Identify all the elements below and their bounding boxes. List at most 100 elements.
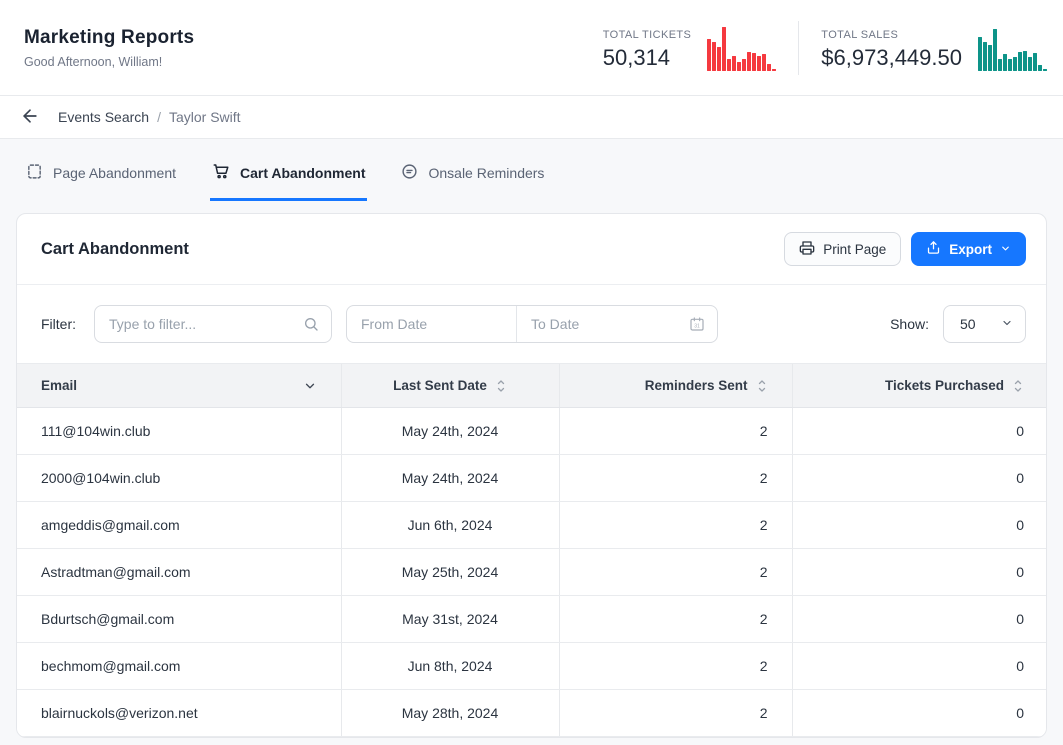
breadcrumb: Events Search / Taylor Swift — [0, 95, 1063, 139]
stat-value: $6,973,449.50 — [821, 45, 962, 71]
tab-onsale-reminders[interactable]: Onsale Reminders — [399, 141, 546, 201]
page-size-select[interactable]: 50 — [943, 305, 1026, 343]
filter-text-input[interactable] — [95, 306, 331, 342]
stat-block: TOTAL TICKETS 50,314 — [603, 25, 777, 71]
column-header-last-sent-date[interactable]: Last Sent Date — [341, 364, 559, 408]
header-stats: TOTAL TICKETS 50,314 TOTAL SALES $6,973,… — [603, 21, 1047, 75]
column-header-tickets-purchased[interactable]: Tickets Purchased — [792, 364, 1047, 408]
table-row: amgeddis@gmail.comJun 6th, 202420 — [17, 502, 1047, 549]
email-cell: 2000@104win.club — [17, 455, 341, 502]
tab-page-abandonment[interactable]: Page Abandonment — [24, 141, 178, 201]
last-sent-date-cell: May 24th, 2024 — [341, 455, 559, 502]
page-size-value: 50 — [960, 316, 976, 332]
date-range-picker: 31 — [346, 305, 718, 343]
back-button[interactable] — [16, 102, 44, 133]
filter-label: Filter: — [41, 316, 76, 332]
last-sent-date-cell: May 25th, 2024 — [341, 549, 559, 596]
reminders-sent-cell: 2 — [559, 643, 792, 690]
tickets-purchased-cell: 0 — [792, 690, 1047, 737]
stat-value: 50,314 — [603, 45, 692, 71]
stat-divider — [798, 21, 799, 75]
sort-toggle-icon — [495, 378, 507, 394]
page-dashed-icon — [26, 163, 43, 183]
reminders-sent-cell: 2 — [559, 408, 792, 455]
chevron-down-icon — [1000, 242, 1011, 257]
tickets-purchased-cell: 0 — [792, 643, 1047, 690]
stat-block: TOTAL SALES $6,973,449.50 — [821, 25, 1047, 71]
chevron-down-icon — [1001, 316, 1013, 332]
cart-icon — [212, 162, 230, 183]
last-sent-date-cell: Jun 8th, 2024 — [341, 643, 559, 690]
table-row: 111@104win.clubMay 24th, 202420 — [17, 408, 1047, 455]
last-sent-date-cell: May 24th, 2024 — [341, 408, 559, 455]
card-title: Cart Abandonment — [41, 240, 189, 259]
table-body: 111@104win.clubMay 24th, 2024202000@104w… — [17, 408, 1047, 737]
from-date-input[interactable] — [347, 306, 516, 342]
reminders-sent-cell: 2 — [559, 549, 792, 596]
table-header-row: Email Last Sent Date Reminders Sent Tickets… — [17, 364, 1047, 408]
tickets-purchased-cell: 0 — [792, 549, 1047, 596]
column-header-email[interactable]: Email — [17, 364, 341, 408]
cart-abandonment-card: Cart Abandonment Print Page Export Filte… — [16, 213, 1047, 738]
column-label: Reminders Sent — [645, 378, 748, 393]
search-icon — [303, 316, 319, 332]
cart-abandonment-table: Email Last Sent Date Reminders Sent Tickets… — [17, 363, 1047, 737]
last-sent-date-cell: May 28th, 2024 — [341, 690, 559, 737]
breadcrumb-item-events-search[interactable]: Events Search — [58, 109, 149, 125]
column-label: Last Sent Date — [393, 378, 487, 393]
stat-label: TOTAL SALES — [821, 29, 962, 41]
tickets-purchased-cell: 0 — [792, 502, 1047, 549]
table-row: Bdurtsch@gmail.comMay 31st, 202420 — [17, 596, 1047, 643]
message-icon — [401, 163, 418, 183]
table-row: Astradtman@gmail.comMay 25th, 202420 — [17, 549, 1047, 596]
tab-label: Cart Abandonment — [240, 165, 365, 181]
show-label: Show: — [890, 316, 929, 332]
tab-label: Onsale Reminders — [428, 165, 544, 181]
email-cell: bechmom@gmail.com — [17, 643, 341, 690]
column-label: Tickets Purchased — [885, 378, 1004, 393]
email-cell: 111@104win.club — [17, 408, 341, 455]
printer-icon — [799, 240, 815, 259]
breadcrumb-item-taylor-swift: Taylor Swift — [169, 109, 241, 125]
breadcrumb-separator: / — [157, 109, 161, 125]
email-cell: amgeddis@gmail.com — [17, 502, 341, 549]
email-cell: blairnuckols@verizon.net — [17, 690, 341, 737]
column-label: Email — [41, 378, 77, 393]
stat-sparkline-chart — [707, 25, 776, 71]
to-date-input[interactable] — [517, 306, 717, 342]
stat-sparkline-chart — [978, 25, 1047, 71]
reminders-sent-cell: 2 — [559, 502, 792, 549]
table-row: blairnuckols@verizon.netMay 28th, 202420 — [17, 690, 1047, 737]
reminders-sent-cell: 2 — [559, 455, 792, 502]
svg-text:31: 31 — [694, 323, 700, 329]
reminders-sent-cell: 2 — [559, 690, 792, 737]
export-button[interactable]: Export — [911, 232, 1026, 266]
last-sent-date-cell: Jun 6th, 2024 — [341, 502, 559, 549]
tickets-purchased-cell: 0 — [792, 455, 1047, 502]
sort-desc-icon — [303, 379, 317, 393]
calendar-icon: 31 — [689, 316, 705, 332]
page-title: Marketing Reports — [24, 27, 194, 49]
column-header-reminders-sent[interactable]: Reminders Sent — [559, 364, 792, 408]
reminders-sent-cell: 2 — [559, 596, 792, 643]
tabbar: Page Abandonment Cart Abandonment Onsale… — [0, 141, 1063, 201]
last-sent-date-cell: May 31st, 2024 — [341, 596, 559, 643]
header-titles: Marketing Reports Good Afternoon, Willia… — [24, 27, 194, 69]
print-page-button[interactable]: Print Page — [784, 232, 901, 266]
email-cell: Astradtman@gmail.com — [17, 549, 341, 596]
tickets-purchased-cell: 0 — [792, 408, 1047, 455]
sort-toggle-icon — [756, 378, 768, 394]
tab-label: Page Abandonment — [53, 165, 176, 181]
stat-label: TOTAL TICKETS — [603, 29, 692, 41]
arrow-left-icon — [20, 106, 40, 129]
table-row: 2000@104win.clubMay 24th, 202420 — [17, 455, 1047, 502]
table-row: bechmom@gmail.comJun 8th, 202420 — [17, 643, 1047, 690]
tab-cart-abandonment[interactable]: Cart Abandonment — [210, 141, 367, 201]
email-cell: Bdurtsch@gmail.com — [17, 596, 341, 643]
sort-toggle-icon — [1012, 378, 1024, 394]
app-header: Marketing Reports Good Afternoon, Willia… — [0, 0, 1063, 95]
filter-row: Filter: 31 Show: 50 — [17, 285, 1046, 363]
export-share-icon — [926, 240, 941, 258]
greeting-text: Good Afternoon, William! — [24, 55, 194, 69]
tickets-purchased-cell: 0 — [792, 596, 1047, 643]
